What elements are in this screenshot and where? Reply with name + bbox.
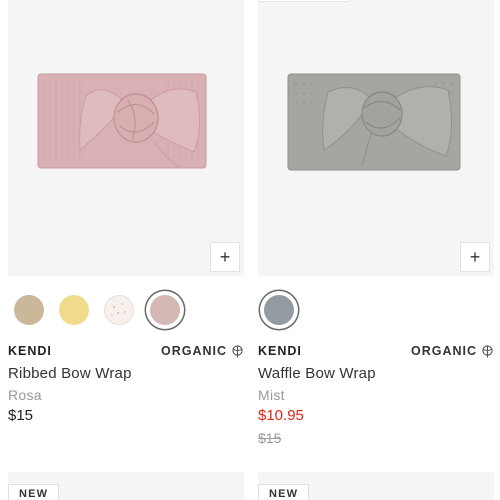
- new-badge: NEW: [258, 484, 310, 500]
- original-price: $15: [258, 430, 282, 446]
- new-badge: NEW: [8, 484, 60, 500]
- color-swatches: [8, 276, 244, 348]
- product-title[interactable]: Ribbed Bow Wrap: [8, 365, 132, 382]
- product-variant: Rosa: [8, 387, 42, 403]
- swatch-yellow[interactable]: [59, 295, 89, 325]
- brand-name: KENDI: [258, 344, 302, 358]
- color-swatches: [258, 276, 494, 348]
- brand-name: KENDI: [8, 344, 52, 358]
- organic-label: ORGANIC: [160, 344, 227, 358]
- headband-pink-image: [37, 73, 207, 169]
- product-card-waffle-bow-wrap[interactable]: + KENDI ORGANIC Waffle Bow Wrap Mist $10…: [258, 0, 494, 446]
- product-price: $15: [8, 407, 34, 424]
- add-to-cart-button[interactable]: +: [210, 242, 240, 272]
- badge-tab: [258, 0, 350, 2]
- sale-price: $10.95: [258, 407, 304, 424]
- headband-gray-image: [287, 73, 461, 171]
- product-meta-row: KENDI ORGANIC: [8, 344, 244, 360]
- product-image[interactable]: +: [258, 0, 494, 276]
- organic-badge: ORGANIC: [411, 344, 494, 358]
- product-image[interactable]: +: [8, 0, 244, 276]
- leaf-globe-icon: [482, 344, 493, 357]
- speckle-pattern: [111, 303, 126, 316]
- plus-icon: +: [219, 247, 231, 267]
- product-card-ribbed-bow-wrap[interactable]: + KENDI ORGANIC Ribbed Bow Wrap Rosa $15: [8, 0, 244, 424]
- swatch-mist-selected[interactable]: [264, 295, 294, 325]
- leaf-globe-icon: [232, 344, 243, 357]
- add-to-cart-button[interactable]: +: [460, 242, 490, 272]
- swatch-rosa-selected[interactable]: [150, 295, 180, 325]
- organic-label: ORGANIC: [410, 344, 477, 358]
- organic-badge: ORGANIC: [161, 344, 244, 358]
- swatch-tan[interactable]: [14, 295, 44, 325]
- product-title[interactable]: Waffle Bow Wrap: [258, 365, 376, 382]
- product-variant: Mist: [258, 387, 285, 403]
- product-meta-row: KENDI ORGANIC: [258, 344, 494, 360]
- next-product-card[interactable]: NEW: [8, 472, 244, 500]
- plus-icon: +: [469, 247, 481, 267]
- swatch-cream-speckled[interactable]: [104, 295, 134, 325]
- next-product-card[interactable]: NEW: [258, 472, 494, 500]
